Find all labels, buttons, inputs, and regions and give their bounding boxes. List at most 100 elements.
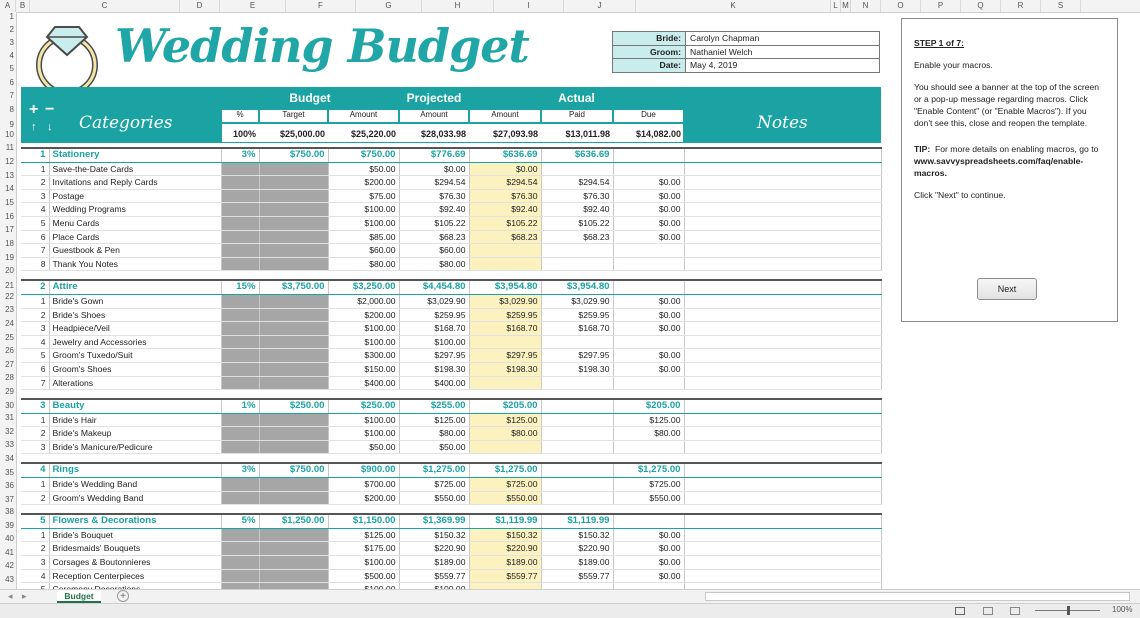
row-header[interactable]: 17 — [0, 225, 16, 234]
item-projected[interactable]: $125.00 — [399, 413, 470, 428]
table-row[interactable]: 3 Headpiece/Veil $100.00 $168.70 $168.70 $168… — [21, 321, 882, 336]
page-layout-icon[interactable] — [983, 607, 993, 615]
item-notes[interactable] — [684, 257, 882, 272]
sort-up-icon[interactable]: ↑ — [31, 121, 37, 133]
category-notes[interactable] — [684, 279, 882, 295]
category-name[interactable]: Stationery — [49, 146, 222, 163]
item-amount[interactable]: $80.00 — [328, 257, 400, 272]
item-paid[interactable] — [541, 257, 614, 272]
item-amount[interactable]: $150.00 — [328, 362, 400, 377]
table-row[interactable]: 2 Invitations and Reply Cards $200.00 $294.… — [21, 175, 882, 190]
category-target[interactable]: $750.00 — [259, 462, 329, 479]
item-amount[interactable]: $100.00 — [328, 555, 400, 570]
category-name[interactable]: Flowers & Decorations — [49, 513, 222, 529]
item-projected[interactable]: $259.95 — [399, 308, 470, 323]
item-paid[interactable] — [541, 376, 614, 391]
item-notes[interactable] — [684, 202, 882, 217]
row-header[interactable]: 18 — [0, 239, 16, 248]
row-header[interactable]: 36 — [0, 481, 16, 490]
item-projected[interactable]: $550.00 — [399, 491, 470, 506]
item-actual[interactable]: $125.00 — [469, 413, 542, 428]
item-notes[interactable] — [684, 308, 882, 323]
item-name[interactable]: Corsages & Boutonnieres — [49, 555, 222, 570]
item-actual[interactable] — [469, 243, 542, 258]
item-paid[interactable]: $198.30 — [541, 362, 614, 377]
item-amount[interactable]: $175.00 — [328, 541, 400, 557]
table-row[interactable]: 6 Groom's Shoes $150.00 $198.30 $198.30 $198.… — [21, 362, 882, 377]
expand-icon[interactable]: + — [29, 101, 38, 119]
table-row[interactable]: 5 Menu Cards $100.00 $105.22 $105.22 $105.22 $… — [21, 216, 882, 231]
row-header[interactable]: 15 — [0, 198, 16, 207]
item-name[interactable]: Bride's Gown — [49, 294, 222, 309]
row-header[interactable]: 19 — [0, 253, 16, 262]
row-header[interactable]: 22 — [0, 292, 16, 301]
row-header[interactable]: 39 — [0, 521, 16, 530]
item-amount[interactable]: $100.00 — [328, 335, 400, 350]
item-name[interactable]: Invitations and Reply Cards — [49, 175, 222, 190]
item-projected[interactable]: $400.00 — [399, 376, 470, 391]
item-projected[interactable]: $60.00 — [399, 243, 470, 258]
item-notes[interactable] — [684, 528, 882, 543]
scroll-left-icon[interactable]: ◂ — [8, 591, 13, 602]
item-paid[interactable] — [541, 162, 614, 177]
item-paid[interactable]: $92.40 — [541, 202, 614, 217]
item-paid[interactable]: $294.54 — [541, 175, 614, 190]
row-header[interactable]: 11 — [0, 143, 16, 152]
item-projected[interactable]: $168.70 — [399, 321, 470, 336]
row-header[interactable]: 34 — [0, 454, 16, 463]
scroll-right-icon[interactable]: ▸ — [22, 591, 27, 602]
item-paid[interactable]: $68.23 — [541, 230, 614, 245]
table-row[interactable]: 1 Bride's Bouquet $125.00 $150.32 $150.32 $15… — [21, 528, 882, 543]
item-name[interactable]: Groom's Wedding Band — [49, 491, 222, 506]
item-actual[interactable]: $80.00 — [469, 426, 542, 441]
item-actual[interactable]: $92.40 — [469, 202, 542, 217]
row-header[interactable]: 21 — [0, 281, 16, 290]
item-notes[interactable] — [684, 348, 882, 363]
category-notes[interactable] — [684, 146, 882, 163]
category-name[interactable]: Rings — [49, 462, 222, 479]
groom-name-cell[interactable]: Nathaniel Welch — [685, 44, 880, 59]
item-amount[interactable]: $50.00 — [328, 162, 400, 177]
column-header[interactable]: O — [881, 0, 921, 12]
item-amount[interactable]: $500.00 — [328, 569, 400, 584]
item-actual[interactable]: $150.32 — [469, 528, 542, 543]
row-header[interactable]: 6 — [0, 78, 16, 87]
item-amount[interactable]: $300.00 — [328, 348, 400, 363]
row-header[interactable]: 5 — [0, 64, 16, 73]
item-amount[interactable]: $100.00 — [328, 413, 400, 428]
sort-down-icon[interactable]: ↓ — [47, 121, 53, 133]
next-button[interactable]: Next — [977, 278, 1037, 300]
item-notes[interactable] — [684, 376, 882, 391]
item-amount[interactable]: $200.00 — [328, 308, 400, 323]
item-amount[interactable]: $50.00 — [328, 440, 400, 455]
item-notes[interactable] — [684, 162, 882, 177]
table-row[interactable]: 4 Jewelry and Accessories $100.00 $100.00 — [21, 335, 882, 350]
item-name[interactable]: Bride's Makeup — [49, 426, 222, 441]
item-actual[interactable]: $725.00 — [469, 477, 542, 492]
item-paid[interactable] — [541, 426, 614, 441]
item-projected[interactable]: $294.54 — [399, 175, 470, 190]
row-header[interactable]: 40 — [0, 534, 16, 543]
item-amount[interactable]: $100.00 — [328, 321, 400, 336]
item-paid[interactable]: $297.95 — [541, 348, 614, 363]
item-actual[interactable] — [469, 440, 542, 455]
row-header[interactable]: 35 — [0, 468, 16, 477]
item-paid[interactable]: $105.22 — [541, 216, 614, 231]
item-projected[interactable]: $50.00 — [399, 440, 470, 455]
worksheet[interactable]: Wedding Budget Bride: Carolyn Chapman Gr… — [17, 13, 1140, 589]
item-amount[interactable]: $400.00 — [328, 376, 400, 391]
category-name[interactable]: Attire — [49, 279, 222, 295]
row-header[interactable]: 12 — [0, 157, 16, 166]
category-target[interactable]: $250.00 — [259, 398, 329, 414]
item-paid[interactable]: $189.00 — [541, 555, 614, 570]
item-notes[interactable] — [684, 541, 882, 557]
row-header[interactable]: 24 — [0, 319, 16, 328]
item-notes[interactable] — [684, 216, 882, 231]
row-header[interactable]: 43 — [0, 575, 16, 584]
item-name[interactable]: Reception Centerpieces — [49, 569, 222, 584]
zoom-slider-thumb[interactable] — [1067, 606, 1070, 615]
item-name[interactable]: Bride's Wedding Band — [49, 477, 222, 492]
category-row[interactable]: 5 Flowers & Decorations 5% $1,250.00 $1,150.… — [21, 513, 882, 529]
table-row[interactable]: 8 Thank You Notes $80.00 $80.00 — [21, 257, 882, 272]
row-header[interactable]: 29 — [0, 387, 16, 396]
